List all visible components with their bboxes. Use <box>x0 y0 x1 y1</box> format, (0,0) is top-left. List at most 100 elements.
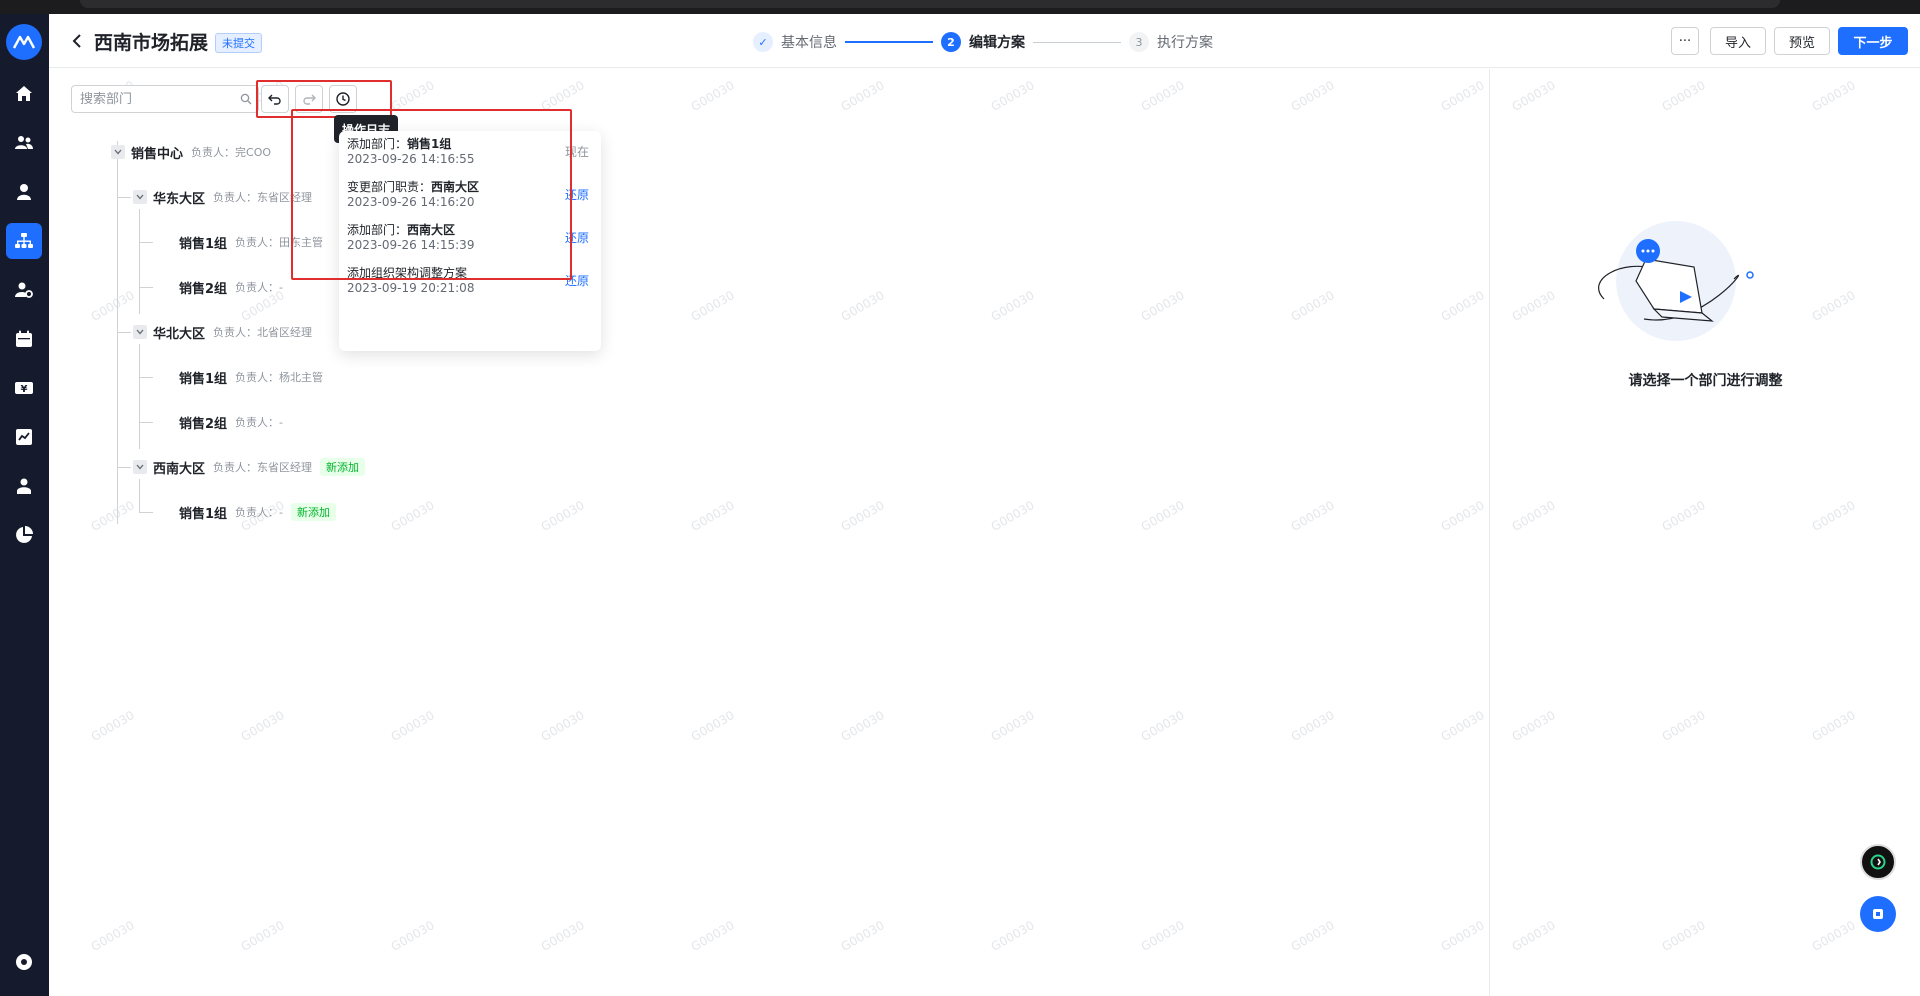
tree-node-southwest-region[interactable]: 西南大区 负责人：东省区经理 新添加 <box>133 456 366 478</box>
watermark-text: G00030 <box>988 498 1037 534</box>
user-settings-icon[interactable] <box>6 272 42 308</box>
dept-name: 西南大区 <box>153 461 206 477</box>
watermark-text: G00030 <box>688 708 737 744</box>
preview-button[interactable]: 预览 <box>1774 27 1830 55</box>
watermark-text: G00030 <box>388 708 437 744</box>
import-button[interactable]: 导入 <box>1710 27 1766 55</box>
watermark-text: G00030 <box>1438 918 1487 954</box>
search-box <box>71 85 259 113</box>
tree-line <box>139 479 140 512</box>
dept-name: 销售中心 <box>131 146 184 162</box>
watermark-text: G00030 <box>1138 288 1187 324</box>
tree-node-north-group-1[interactable]: 销售1组 负责人：杨北主管 <box>179 366 331 388</box>
watermark-text: G00030 <box>1138 498 1187 534</box>
watermark-text: G00030 <box>1288 78 1337 114</box>
clock-icon <box>336 92 350 106</box>
watermark-text: G00030 <box>1509 498 1558 534</box>
collapse-chevron-icon[interactable] <box>111 145 125 159</box>
watermark-text: G00030 <box>1809 288 1858 324</box>
dept-owner: 负责人：完COO <box>191 146 272 159</box>
watermark-text: G00030 <box>1659 498 1708 534</box>
step-label: 编辑方案 <box>969 35 1025 51</box>
ai-assistant-icon[interactable] <box>1860 844 1896 880</box>
svg-text:¥: ¥ <box>21 384 28 395</box>
sidebar: ¥ <box>0 14 49 996</box>
tree-line <box>139 512 153 513</box>
step-check-icon: ✓ <box>753 32 773 52</box>
tree-node-east-group-2[interactable]: 销售2组 负责人：- <box>179 276 291 298</box>
more-button[interactable]: ··· <box>1671 27 1699 55</box>
empty-state-text: 请选择一个部门进行调整 <box>1628 373 1783 389</box>
watermark-text: G00030 <box>1509 708 1558 744</box>
user-icon[interactable] <box>6 174 42 210</box>
settings-icon[interactable] <box>6 944 42 980</box>
watermark-text: G00030 <box>1509 78 1558 114</box>
watermark-text: G00030 <box>1288 288 1337 324</box>
step-connector <box>1033 41 1121 43</box>
watermark-text: G00030 <box>688 288 737 324</box>
watermark-text: G00030 <box>238 708 287 744</box>
watermark-text: G00030 <box>1288 918 1337 954</box>
watermark-text: G00030 <box>1138 708 1187 744</box>
watermark-text: G00030 <box>538 708 587 744</box>
collapse-chevron-icon[interactable] <box>133 460 147 474</box>
step-edit-plan[interactable]: 2 编辑方案 <box>941 32 1025 52</box>
watermark-text: G00030 <box>1659 708 1708 744</box>
watermark-text: G00030 <box>988 708 1037 744</box>
redo-icon <box>303 94 316 105</box>
step-connector <box>845 41 933 43</box>
app-logo-icon[interactable] <box>6 24 42 60</box>
undo-button[interactable] <box>261 85 289 113</box>
new-badge: 新添加 <box>291 503 337 521</box>
page-title: 西南市场拓展 <box>94 32 209 54</box>
watermark-text: G00030 <box>538 498 587 534</box>
watermark-text: G00030 <box>88 918 137 954</box>
watermark-text: G00030 <box>388 918 437 954</box>
home-icon[interactable] <box>6 76 42 112</box>
undo-icon <box>268 94 281 105</box>
search-input[interactable] <box>72 86 232 112</box>
org-chart-icon[interactable] <box>6 223 42 259</box>
team-icon[interactable] <box>6 125 42 161</box>
watermark-text: G00030 <box>1659 918 1708 954</box>
tree-node-north-region[interactable]: 华北大区 负责人：北省区经理 <box>133 321 320 343</box>
dept-name: 华北大区 <box>153 326 206 342</box>
browser-chrome <box>0 0 1920 14</box>
tree-line <box>139 344 140 449</box>
watermark-text: G00030 <box>1438 708 1487 744</box>
profile-icon[interactable] <box>6 468 42 504</box>
back-arrow-icon[interactable] <box>67 31 87 51</box>
tree-node-southwest-group-1[interactable]: 销售1组 负责人：- 新添加 <box>179 501 337 523</box>
step-basic-info[interactable]: ✓ 基本信息 <box>753 32 837 52</box>
tree-line <box>139 209 140 314</box>
watermark-text: G00030 <box>1138 918 1187 954</box>
report-icon[interactable] <box>6 419 42 455</box>
calendar-icon[interactable] <box>6 321 42 357</box>
page-header: 西南市场拓展 未提交 ✓ 基本信息 2 编辑方案 3 执行方案 ··· 导入 预… <box>49 14 1920 68</box>
tree-node-sales-center[interactable]: 销售中心 负责人：完COO <box>111 141 279 163</box>
watermark-text: G00030 <box>1509 288 1558 324</box>
watermark-text: G00030 <box>88 498 137 534</box>
watermark-text: G00030 <box>1438 78 1487 114</box>
salary-icon[interactable]: ¥ <box>6 370 42 406</box>
watermark-text: G00030 <box>988 918 1037 954</box>
next-step-button[interactable]: 下一步 <box>1838 27 1908 55</box>
watermark-text: G00030 <box>688 918 737 954</box>
tree-line <box>139 287 153 288</box>
step-execute-plan[interactable]: 3 执行方案 <box>1129 32 1213 52</box>
step-label: 执行方案 <box>1157 35 1213 51</box>
watermark-text: G00030 <box>838 498 887 534</box>
status-badge: 未提交 <box>215 33 262 53</box>
tree-line <box>139 377 153 378</box>
collapse-chevron-icon[interactable] <box>133 190 147 204</box>
tree-node-north-group-2[interactable]: 销售2组 负责人：- <box>179 411 291 433</box>
watermark-text: G00030 <box>1438 288 1487 324</box>
dept-name: 销售2组 <box>179 416 228 432</box>
dept-detail-panel: G00030 G00030 G00030 G00030 G00030 G00030 G000… <box>1489 69 1920 996</box>
collapse-chevron-icon[interactable] <box>133 325 147 339</box>
tree-line <box>139 242 153 243</box>
watermark-text: G00030 <box>838 918 887 954</box>
analytics-pie-icon[interactable] <box>6 517 42 553</box>
dept-owner: 负责人：杨北主管 <box>235 371 324 384</box>
customer-service-icon[interactable] <box>1860 896 1896 932</box>
